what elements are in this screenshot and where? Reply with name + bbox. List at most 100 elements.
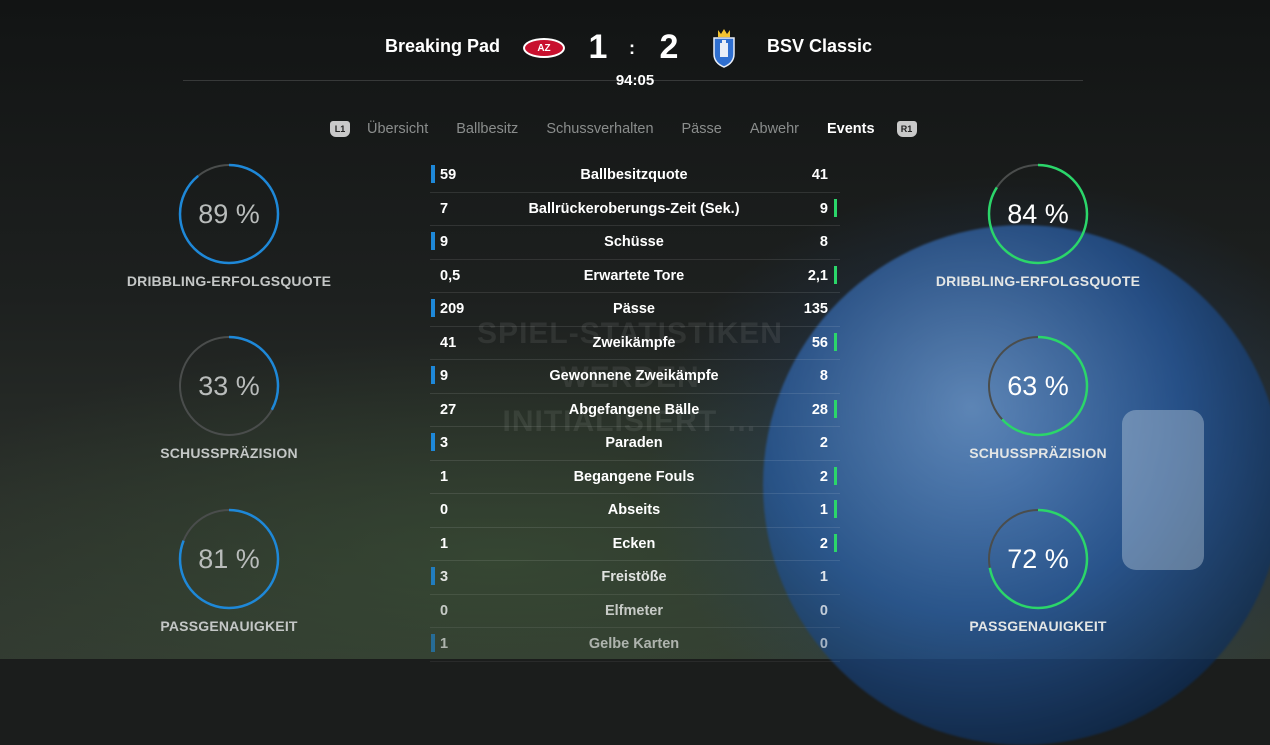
home-lead-bar	[431, 366, 435, 384]
home-value: 1	[440, 468, 449, 485]
home-gauge-percent: 89 %	[198, 198, 260, 229]
home-team-name: Breaking Pad	[384, 36, 500, 56]
stat-label: Zweikämpfe	[592, 334, 676, 351]
home-value: 9	[440, 234, 449, 250]
away-value: 56	[811, 334, 828, 351]
away-lead-bar	[834, 198, 837, 217]
tab-übersicht[interactable]: Übersicht	[367, 121, 428, 137]
away-team-name: BSV Classic	[767, 36, 873, 56]
stat-label: Elfmeter	[604, 602, 664, 619]
away-value: 2	[819, 535, 828, 552]
l1-button-icon[interactable]: L1	[330, 121, 350, 137]
home-lead-bar	[431, 165, 435, 183]
away-value: 2	[819, 468, 828, 485]
tab-list: Übersicht Ballbesitz Schussverhalten Pässe A…	[350, 121, 897, 137]
stat-row: 3 Freistöße 1	[430, 561, 840, 595]
away-gauge-percent: 63 %	[1007, 370, 1069, 401]
home-gauge-label: PASSGENAUIGKEIT	[160, 618, 298, 634]
home-lead-bar	[431, 567, 435, 585]
stats-table: 59 Ballbesitzquote 41 7 Ballrückeroberungs-Z…	[430, 159, 840, 662]
away-value: 2,1	[807, 267, 828, 284]
stat-label: Abgefangene Bälle	[568, 401, 700, 418]
stat-row: 27 Abgefangene Bälle 28	[430, 394, 840, 427]
stat-label: Gelbe Karten	[588, 636, 680, 652]
stat-label: Gewonnene Zweikämpfe	[549, 368, 719, 384]
stat-row: 1 Ecken 2	[430, 528, 840, 561]
league-logo-on-ball	[1122, 410, 1204, 570]
score-separator: :	[629, 38, 635, 58]
home-gauge-percent: 81 %	[198, 543, 260, 574]
away-value: 1	[819, 569, 828, 585]
away-gauge-percent: 72 %	[1007, 543, 1069, 574]
away-value: 0	[819, 602, 828, 619]
stat-label: Paraden	[605, 435, 663, 451]
home-gauge: 33 %	[178, 335, 280, 437]
away-value: 9	[819, 200, 828, 217]
stat-row: 9 Schüsse 8	[430, 226, 840, 260]
away-gauge: 84 %	[987, 163, 1089, 265]
tab-pässe[interactable]: Pässe	[682, 121, 722, 137]
home-gauge-label: DRIBBLING-ERFOLGSQUOTE	[126, 273, 332, 289]
home-value: 59	[440, 167, 457, 183]
away-value: 41	[811, 167, 828, 183]
away-lead-bar	[834, 265, 837, 284]
home-value: 9	[440, 368, 449, 384]
away-value: 8	[819, 234, 828, 250]
away-gauge-label: DRIBBLING-ERFOLGSQUOTE	[935, 273, 1141, 289]
away-team-crest-icon	[711, 28, 737, 68]
home-value: 0	[440, 502, 449, 518]
home-lead-bar	[431, 634, 435, 652]
stat-label: Ecken	[612, 535, 656, 552]
home-value: 209	[440, 301, 465, 317]
away-value: 8	[819, 368, 828, 384]
stat-row: 0,5 Erwartete Tore 2,1	[430, 260, 840, 293]
stats-tab-bar: L1 Übersicht Ballbesitz Schussverhalten Päs…	[330, 118, 917, 140]
home-value: 0,5	[440, 267, 461, 284]
home-gauge-label: SCHUSSPRÄZISION	[160, 445, 298, 461]
stat-row: 3 Paraden 2	[430, 427, 840, 461]
away-lead-bar	[834, 466, 837, 485]
away-value: 1	[819, 502, 828, 518]
home-gauge-percent: 33 %	[198, 370, 260, 401]
stat-label: Abseits	[607, 502, 661, 518]
stat-row: 9 Gewonnene Zweikämpfe 8	[430, 360, 840, 394]
home-lead-bar	[431, 299, 435, 317]
stat-label: Pässe	[613, 301, 655, 317]
home-gauge: 81 %	[178, 508, 280, 610]
r1-button-icon[interactable]: R1	[896, 121, 917, 137]
tab-events[interactable]: Events	[827, 121, 875, 137]
away-lead-bar	[834, 500, 837, 518]
stat-label: Ballbesitzquote	[580, 167, 688, 183]
tab-schussverhalten[interactable]: Schussverhalten	[546, 121, 653, 137]
home-value: 3	[440, 569, 449, 585]
stat-label: Freistöße	[601, 569, 667, 585]
stat-row: 1 Gelbe Karten 0	[430, 628, 840, 662]
away-gauge: 63 %	[987, 335, 1089, 437]
home-team-crest-icon: AZ	[523, 38, 565, 58]
home-value: 1	[440, 636, 449, 652]
tab-abwehr[interactable]: Abwehr	[750, 121, 799, 137]
stat-row: 41 Zweikämpfe 56	[430, 327, 840, 360]
away-lead-bar	[834, 533, 837, 552]
home-value: 7	[440, 200, 449, 217]
home-value: 27	[440, 401, 457, 418]
stat-label: Begangene Fouls	[573, 468, 695, 485]
away-value: 2	[819, 435, 828, 451]
home-value: 3	[440, 435, 449, 451]
away-value: 28	[811, 401, 828, 418]
away-lead-bar	[834, 332, 837, 351]
home-score: 1	[588, 28, 608, 66]
stat-label: Erwartete Tore	[583, 267, 685, 284]
away-gauge-label: SCHUSSPRÄZISION	[969, 445, 1107, 461]
away-value: 0	[819, 636, 828, 652]
tab-ballbesitz[interactable]: Ballbesitz	[456, 121, 518, 137]
stat-label: Ballrückeroberungs-Zeit (Sek.)	[528, 200, 740, 217]
away-score: 2	[659, 28, 679, 66]
stat-row: 0 Abseits 1	[430, 494, 840, 528]
home-lead-bar	[431, 232, 435, 250]
away-value: 135	[803, 301, 828, 317]
home-lead-bar	[431, 433, 435, 451]
scoreboard: Breaking Pad AZ 1 : 2 BSV Classic 94:05	[0, 0, 1270, 100]
stat-label: Schüsse	[604, 234, 664, 250]
stat-row: 1 Begangene Fouls 2	[430, 461, 840, 494]
